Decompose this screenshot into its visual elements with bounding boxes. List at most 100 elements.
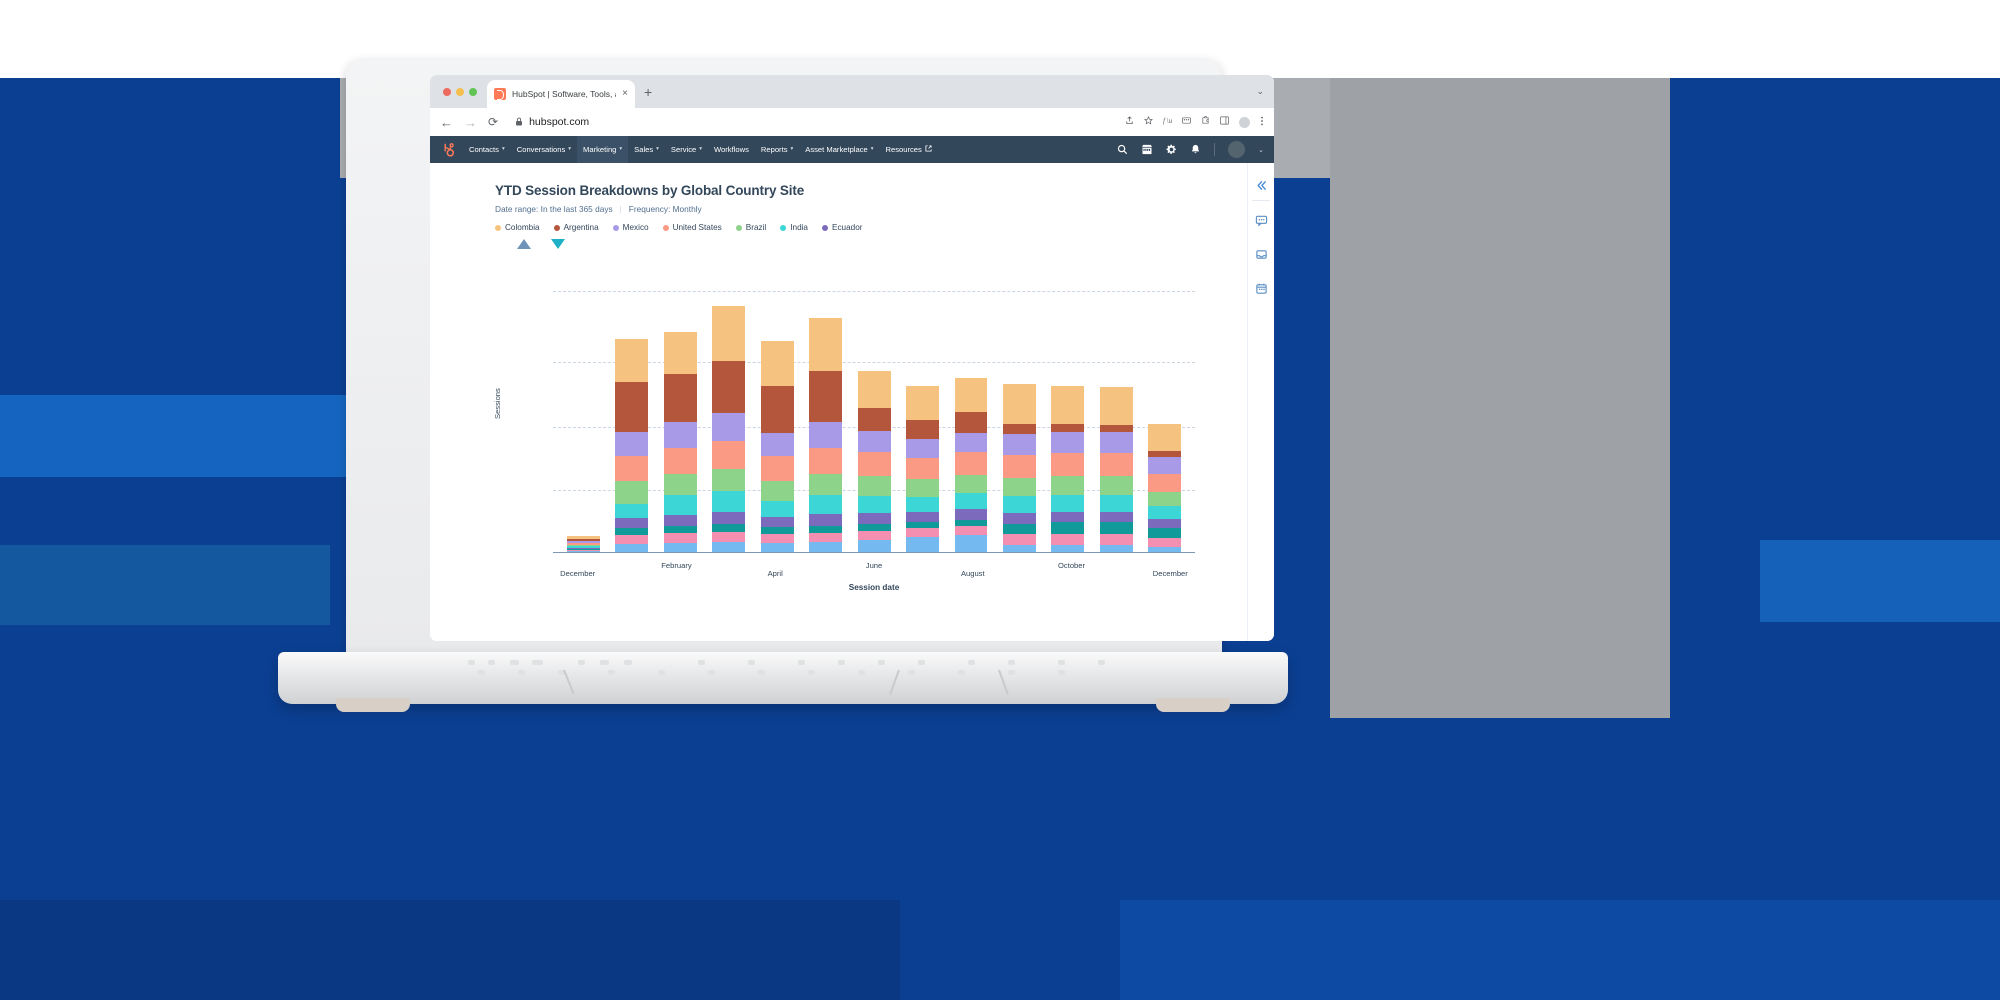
- bar-segment-mexico[interactable]: [1002, 434, 1036, 455]
- bar-segment-other-pink[interactable]: [1148, 537, 1182, 547]
- stacked-bar[interactable]: [954, 377, 988, 553]
- bar-segment-colombia[interactable]: [857, 370, 891, 409]
- legend-item-mexico[interactable]: Mexico: [612, 223, 649, 232]
- stacked-bar[interactable]: [760, 341, 794, 553]
- legend-item-brazil[interactable]: Brazil: [735, 223, 766, 232]
- bar-segment-united-states[interactable]: [857, 452, 891, 477]
- bar-segment-colombia[interactable]: [1002, 384, 1036, 424]
- bar-segment-mexico[interactable]: [663, 422, 697, 448]
- gear-icon[interactable]: [1166, 144, 1177, 155]
- bar-segment-ecuador[interactable]: [615, 517, 649, 529]
- bar-segment-india[interactable]: [760, 501, 794, 517]
- inbox-tray-button[interactable]: [1248, 241, 1275, 267]
- bar-column[interactable]: [1141, 291, 1189, 553]
- bar-segment-colombia[interactable]: [906, 385, 939, 420]
- bar-segment-colombia[interactable]: [1051, 385, 1085, 424]
- back-button[interactable]: ←: [440, 116, 453, 129]
- bar-segment-mexico[interactable]: [857, 431, 891, 453]
- collapse-panel-button[interactable]: [1248, 172, 1275, 198]
- stacked-bar[interactable]: [906, 385, 939, 553]
- bar-column[interactable]: [559, 291, 607, 554]
- bar-segment-other-pink[interactable]: [712, 531, 746, 543]
- bar-segment-other-pink[interactable]: [857, 530, 891, 540]
- bar-segment-india[interactable]: [712, 491, 746, 513]
- bar-segment-brazil[interactable]: [809, 474, 843, 496]
- legend-item-india[interactable]: India: [780, 223, 808, 232]
- bar-segment-india[interactable]: [906, 496, 939, 513]
- sort-ascending-triangle-icon[interactable]: [517, 239, 531, 249]
- reload-button[interactable]: ⟳: [488, 116, 498, 128]
- bar-segment-argentina[interactable]: [857, 408, 891, 432]
- nav-item-service[interactable]: Service ▾: [665, 136, 708, 163]
- bar-segment-colombia[interactable]: [615, 338, 649, 383]
- bar-column[interactable]: [1044, 291, 1092, 553]
- nav-item-conversations[interactable]: Conversations ▾: [511, 136, 577, 163]
- bar-segment-ecuador[interactable]: [760, 516, 794, 528]
- bar-segment-united-states[interactable]: [615, 456, 649, 482]
- bar-segment-brazil[interactable]: [1002, 477, 1036, 497]
- bar-segment-other-teal[interactable]: [1002, 523, 1036, 535]
- bar-segment-other-teal[interactable]: [712, 524, 746, 532]
- bar-segment-colombia[interactable]: [663, 331, 697, 374]
- legend-item-ecuador[interactable]: Ecuador: [822, 223, 863, 232]
- nav-item-asset-marketplace[interactable]: Asset Marketplace ▾: [799, 136, 879, 163]
- bar-segment-india[interactable]: [1099, 494, 1133, 512]
- profile-avatar-icon[interactable]: [1239, 116, 1250, 128]
- bar-segment-india[interactable]: [1051, 494, 1085, 512]
- sort-descending-triangle-icon[interactable]: [551, 239, 565, 249]
- browser-tab[interactable]: HubSpot | Software, Tools, and ×: [487, 80, 635, 108]
- kebab-menu-icon[interactable]: [1260, 116, 1264, 129]
- bar-segment-brazil[interactable]: [1051, 476, 1085, 495]
- bar-segment-colombia[interactable]: [712, 305, 746, 361]
- bar-segment-ecuador[interactable]: [1148, 519, 1182, 528]
- bar-column[interactable]: [1092, 291, 1140, 553]
- legend-item-united-states[interactable]: United States: [662, 223, 722, 232]
- bar-segment-mexico[interactable]: [712, 412, 746, 441]
- bar-segment-india[interactable]: [809, 495, 843, 515]
- bar-segment-other-teal[interactable]: [760, 527, 794, 535]
- stacked-bar[interactable]: [857, 370, 891, 553]
- stacked-bar[interactable]: [712, 305, 746, 553]
- script-icon[interactable]: f\u0192: [1163, 116, 1187, 128]
- bar-segment-other-teal[interactable]: [954, 519, 988, 527]
- bar-segment-other-pink[interactable]: [1002, 534, 1036, 545]
- bar-segment-united-states[interactable]: [809, 447, 843, 475]
- bar-segment-other-blue[interactable]: [954, 535, 988, 553]
- bar-segment-india[interactable]: [1148, 505, 1182, 520]
- bar-segment-colombia[interactable]: [760, 341, 794, 387]
- bar-segment-brazil[interactable]: [663, 474, 697, 496]
- bar-segment-other-teal[interactable]: [663, 526, 697, 534]
- nav-item-contacts[interactable]: Contacts ▾: [463, 136, 511, 163]
- bar-segment-united-states[interactable]: [760, 455, 794, 482]
- bar-column[interactable]: [898, 291, 946, 553]
- bar-segment-other-pink[interactable]: [1099, 534, 1133, 546]
- bar-segment-ecuador[interactable]: [1051, 511, 1085, 523]
- nav-item-resources[interactable]: Resources: [880, 136, 938, 163]
- user-avatar[interactable]: [1228, 141, 1246, 158]
- stacked-bar[interactable]: [1148, 423, 1182, 553]
- bar-segment-ecuador[interactable]: [954, 509, 988, 520]
- bar-segment-mexico[interactable]: [760, 432, 794, 456]
- stacked-bar[interactable]: [1002, 384, 1036, 553]
- bar-segment-argentina[interactable]: [1002, 423, 1036, 435]
- bar-segment-united-states[interactable]: [1148, 473, 1182, 492]
- bar-segment-mexico[interactable]: [906, 439, 939, 459]
- share-icon[interactable]: [1125, 116, 1134, 128]
- chevron-down-icon[interactable]: ⌄: [1256, 86, 1264, 97]
- bar-column[interactable]: [850, 291, 898, 553]
- bar-segment-brazil[interactable]: [906, 479, 939, 497]
- bar-column[interactable]: [947, 291, 995, 553]
- bar-segment-argentina[interactable]: [809, 371, 843, 422]
- bar-segment-colombia[interactable]: [1099, 386, 1133, 425]
- bar-segment-india[interactable]: [663, 495, 697, 516]
- bar-segment-mexico[interactable]: [809, 421, 843, 448]
- bar-segment-other-teal[interactable]: [809, 525, 843, 533]
- hubspot-sprocket-logo-icon[interactable]: [439, 142, 455, 158]
- extension-grid-icon[interactable]: [1182, 116, 1191, 128]
- bar-segment-united-states[interactable]: [1099, 453, 1133, 477]
- window-close-button[interactable]: [443, 88, 451, 96]
- bar-segment-ecuador[interactable]: [1099, 511, 1133, 523]
- bar-segment-other-pink[interactable]: [663, 533, 697, 544]
- bar-segment-argentina[interactable]: [760, 386, 794, 433]
- legend-item-argentina[interactable]: Argentina: [553, 223, 599, 232]
